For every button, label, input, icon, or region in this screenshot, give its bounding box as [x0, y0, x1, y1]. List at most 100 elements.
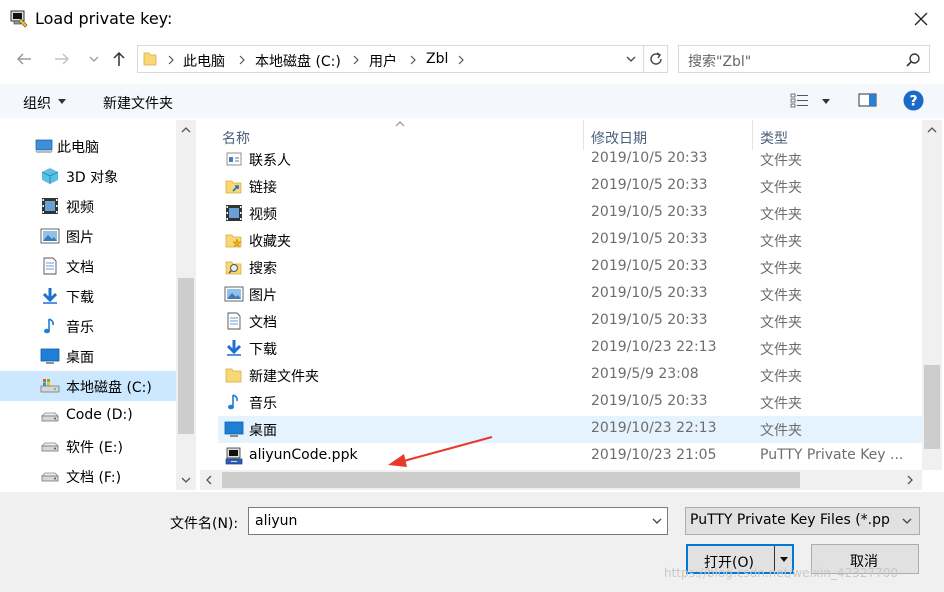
refresh-icon: [650, 52, 662, 65]
file-name: 搜索: [249, 261, 277, 277]
file-name: 收藏夹: [249, 234, 291, 250]
nav-item-desktop[interactable]: 桌面: [0, 341, 176, 371]
view-options-button[interactable]: [790, 92, 832, 110]
file-type: 文件夹: [760, 180, 802, 196]
caret-down-icon: [780, 556, 788, 562]
nav-item-music[interactable]: 音乐: [0, 311, 176, 341]
preview-pane-button[interactable]: [858, 92, 878, 108]
nav-item-local-disk-c[interactable]: 本地磁盘 (C:): [0, 371, 176, 401]
preview-pane-icon: [858, 93, 877, 107]
search-box[interactable]: 搜索"Zbl": [678, 45, 930, 73]
up-button[interactable]: [107, 47, 131, 71]
music-icon: [228, 394, 238, 410]
file-name: 音乐: [249, 396, 277, 412]
file-name: 下载: [249, 342, 277, 358]
breadcrumb-this-pc[interactable]: 此电脑: [183, 51, 225, 71]
file-name: aliyunCode.ppk: [249, 447, 358, 463]
chevron-down-icon: [652, 518, 662, 524]
file-row-music[interactable]: 音乐 2019/10/5 20:33 文件夹: [218, 389, 922, 416]
file-type-filter[interactable]: PuTTY Private Key Files (*.pp: [685, 507, 920, 535]
nav-item-3d-objects[interactable]: 3D 对象: [0, 161, 176, 191]
file-list-vertical-scrollbar[interactable]: [922, 120, 942, 470]
new-folder-button[interactable]: 新建文件夹: [103, 93, 173, 113]
recent-locations-button[interactable]: [82, 47, 106, 71]
navigation-scroll-thumb[interactable]: [178, 278, 194, 434]
back-button[interactable]: [12, 47, 36, 71]
music-icon: [44, 318, 54, 334]
address-bar[interactable]: 此电脑 本地磁盘 (C:) 用户 Zbl: [137, 45, 668, 73]
file-row-new-folder[interactable]: 新建文件夹 2019/5/9 23:08 文件夹: [218, 362, 922, 389]
scroll-up-icon: [181, 127, 191, 133]
file-row-favorites[interactable]: 收藏夹 2019/10/5 20:33 文件夹: [218, 227, 922, 254]
file-row-contacts[interactable]: 联系人 2019/10/5 20:33 文件夹: [218, 146, 922, 173]
horizontal-scroll-thumb[interactable]: [222, 472, 800, 488]
details-view-icon: [790, 93, 808, 108]
file-row-videos[interactable]: 视频 2019/10/5 20:33 文件夹: [218, 200, 922, 227]
nav-item-videos[interactable]: 视频: [0, 191, 176, 221]
close-button[interactable]: [906, 6, 936, 32]
filename-input[interactable]: [253, 512, 637, 530]
nav-item-label: 文档 (F:): [66, 470, 122, 486]
nav-item-code-d[interactable]: Code (D:): [0, 401, 176, 431]
file-date: 2019/10/5 20:33: [591, 258, 708, 274]
breadcrumb-zbl[interactable]: Zbl: [426, 51, 448, 67]
file-date: 2019/10/5 20:33: [591, 204, 708, 220]
file-row-downloads[interactable]: 下载 2019/10/23 22:13 文件夹: [218, 335, 922, 362]
nav-item-this-pc[interactable]: 此电脑: [0, 131, 176, 161]
address-dropdown-button[interactable]: [620, 46, 642, 72]
file-date: 2019/10/5 20:33: [591, 285, 708, 301]
organize-button[interactable]: 组织: [23, 93, 51, 113]
file-date: 2019/10/5 20:33: [591, 150, 708, 166]
vertical-scroll-thumb[interactable]: [924, 365, 940, 449]
contacts-icon: [226, 152, 242, 166]
file-date: 2019/5/9 23:08: [591, 366, 699, 382]
help-icon: ?: [903, 90, 924, 111]
file-date: 2019/10/5 20:33: [591, 177, 708, 193]
chevron-right-icon: [239, 55, 245, 65]
nav-item-software-e[interactable]: 软件 (E:): [0, 431, 176, 461]
system-drive-icon: [40, 379, 60, 393]
breadcrumb-users[interactable]: 用户: [369, 51, 397, 71]
filename-label: 文件名(N):: [170, 516, 239, 532]
file-row-aliyuncode-ppk[interactable]: aliyunCode.ppk 2019/10/23 21:05 PuTTY Pr…: [218, 443, 922, 470]
file-row-pictures[interactable]: 图片 2019/10/5 20:33 文件夹: [218, 281, 922, 308]
navigation-pane: 此电脑 3D 对象 视频 图片 文档 下载 音乐 桌面 本地磁盘 (C:) Co…: [0, 120, 196, 490]
scroll-right-icon: [907, 475, 913, 485]
folder-icon: [225, 368, 242, 383]
arrow-up-icon: [113, 51, 125, 66]
file-date: 2019/10/23 22:13: [591, 339, 717, 355]
file-name: 新建文件夹: [249, 369, 319, 385]
chevron-down-icon: [626, 56, 636, 62]
file-row-links[interactable]: 链接 2019/10/5 20:33 文件夹: [218, 173, 922, 200]
refresh-button[interactable]: [643, 46, 668, 72]
search-folder-icon: [225, 261, 242, 275]
filename-dropdown-button[interactable]: [647, 508, 667, 534]
column-header-date[interactable]: 修改日期: [591, 128, 647, 148]
file-name: 联系人: [249, 153, 291, 169]
help-button[interactable]: ?: [903, 90, 924, 111]
nav-item-downloads[interactable]: 下载: [0, 281, 176, 311]
nav-item-documents[interactable]: 文档: [0, 251, 176, 281]
breadcrumb-local-disk-c[interactable]: 本地磁盘 (C:): [255, 51, 341, 71]
drive-icon: [41, 472, 59, 482]
navigation-scrollbar[interactable]: [176, 120, 196, 490]
nav-item-documents-f[interactable]: 文档 (F:): [0, 461, 176, 490]
chevron-down-icon: [902, 518, 912, 524]
column-header-type[interactable]: 类型: [760, 128, 788, 148]
desktop-icon: [224, 421, 244, 437]
file-list-horizontal-scrollbar[interactable]: [200, 470, 922, 490]
file-name: 桌面: [249, 423, 277, 439]
nav-item-label: 下载: [66, 290, 94, 306]
filename-combobox[interactable]: [248, 507, 668, 535]
file-row-desktop[interactable]: 桌面 2019/10/23 22:13 文件夹: [218, 416, 922, 443]
file-row-searches[interactable]: 搜索 2019/10/5 20:33 文件夹: [218, 254, 922, 281]
file-date: 2019/10/23 22:13: [591, 420, 717, 436]
nav-item-pictures[interactable]: 图片: [0, 221, 176, 251]
file-type-filter-value: PuTTY Private Key Files (*.pp: [690, 512, 890, 528]
file-row-documents[interactable]: 文档 2019/10/5 20:33 文件夹: [218, 308, 922, 335]
forward-button[interactable]: [50, 47, 74, 71]
column-header-name[interactable]: 名称: [222, 128, 250, 148]
favorites-icon: [225, 234, 242, 248]
command-bar: 组织 新建文件夹 ?: [0, 84, 944, 118]
arrow-left-icon: [16, 53, 31, 65]
